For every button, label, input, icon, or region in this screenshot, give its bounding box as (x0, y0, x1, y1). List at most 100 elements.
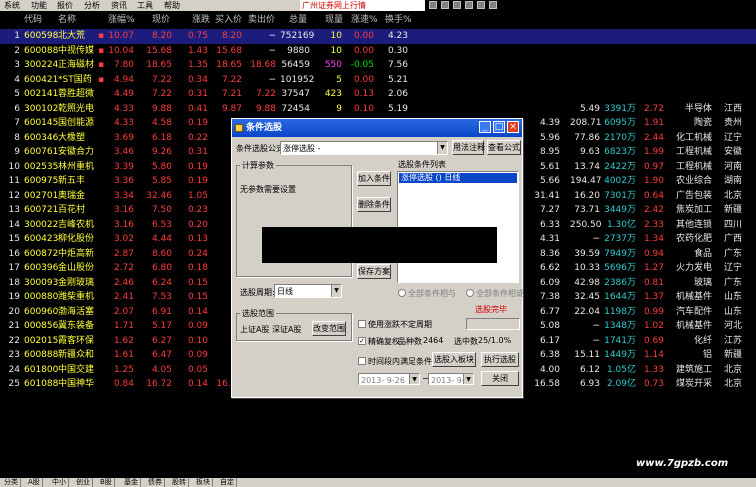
toolbar-button[interactable] (453, 1, 461, 9)
header-turnover[interactable]: 换手% (385, 12, 412, 29)
nonfixed-checkbox[interactable] (358, 320, 366, 328)
header-name[interactable]: 名称 (58, 12, 76, 29)
bid-price: 8.20 (221, 31, 242, 41)
volume-ratio: 1.37 (643, 292, 664, 302)
table-row[interactable]: 5 002141 蓉胜超微 4.49 7.22 0.31 7.21 7.22 37547 423 0… (0, 87, 756, 102)
close-button[interactable]: 关闭 (481, 371, 519, 386)
header-diff[interactable]: 涨跌 (192, 12, 210, 29)
header-current-vol[interactable]: 现量 (325, 12, 343, 29)
header-price[interactable]: 现价 (152, 12, 170, 29)
to-block-button[interactable]: 选股入板块 (432, 352, 476, 367)
tab-9[interactable]: 自定 (218, 478, 237, 487)
tab-7[interactable]: 股转 (170, 478, 189, 487)
change-scope-button[interactable]: 改变范围 (312, 321, 346, 336)
stock-code: 002015 (24, 335, 59, 346)
pe-ratio: 22.04 (574, 306, 600, 317)
delete-condition-button[interactable]: 删除条件 (357, 197, 391, 212)
table-row[interactable]: 4 600421 *ST国药 ▪ 4.94 7.22 0.34 7.22−101952 5 0.0… (0, 73, 756, 88)
header-ask[interactable]: 卖出价 (248, 12, 275, 29)
exright-checkbox[interactable]: ✓ (358, 337, 366, 345)
view-formula-button[interactable]: 查看公式 (487, 140, 521, 155)
prev-close: 7.27 (539, 205, 560, 215)
volume-ratio: 2.42 (643, 205, 664, 215)
pe-ratio: 250.50 (570, 219, 602, 230)
minimize-icon[interactable]: _ (479, 121, 491, 133)
date-from-input[interactable]: 2013- 9-26 ▼ (358, 373, 420, 385)
tab-3[interactable]: 创业 (74, 478, 93, 487)
nonfixed-input[interactable] (466, 318, 520, 330)
time-range-checkbox[interactable] (358, 357, 366, 365)
date-to-input[interactable]: 2013- 9- 2 ▼ (428, 373, 474, 385)
industry: 工程机械 (676, 147, 713, 157)
table-row[interactable]: 2 600088 中视传媒 ▪ 10.04 15.68 1.43 15.68−9880 10 0.… (0, 44, 756, 59)
menu-analysis[interactable]: 分析 (84, 0, 100, 11)
amount: 3391万 (604, 103, 636, 114)
pe-ratio: 5.49 (579, 103, 600, 114)
menu-system[interactable]: 系统 (4, 0, 20, 11)
diff: 0.20 (187, 219, 208, 230)
header-code[interactable]: 代码 (24, 12, 42, 29)
run-screen-button[interactable]: 执行选股 (481, 352, 519, 367)
radio-or[interactable] (466, 289, 474, 297)
tab-6[interactable]: 债券 (146, 478, 165, 487)
stock-name: 百花村 (58, 205, 86, 215)
region: 新疆 (724, 350, 743, 360)
maximize-icon[interactable]: □ (493, 121, 505, 133)
table-row[interactable]: 1 600598 北大荒 ▪ 10.07 8.20 0.75 8.20−752169 10 0.0… (0, 29, 756, 44)
tab-8[interactable]: 板块 (194, 478, 213, 487)
params-title: 计算参数 (240, 160, 276, 171)
tab-0[interactable]: 分类 (2, 478, 21, 487)
total-value: 2464 (423, 336, 444, 345)
period-select[interactable]: 日线 ▼ (274, 284, 342, 298)
condition-list-item[interactable]: 涨停选股 () 日线 (399, 173, 517, 183)
volume-ratio: 0.64 (643, 190, 664, 201)
exright-label: 精确复权 (368, 337, 400, 346)
header-speed[interactable]: 涨速% (351, 12, 378, 29)
price: 16.72 (146, 379, 172, 389)
toolbar-button[interactable] (465, 1, 473, 9)
watermark: www.7gpzb.com (636, 458, 729, 469)
amount: 1741万 (604, 335, 636, 346)
stock-code: 600761 (24, 147, 59, 157)
stock-code: 600396 (24, 263, 59, 273)
menu-tools[interactable]: 工具 (137, 0, 153, 11)
menu-function[interactable]: 功能 (31, 0, 47, 11)
row-number: 2 (14, 45, 20, 56)
no-params-text: 无参数需要设置 (240, 185, 296, 194)
amount: 2422万 (604, 161, 636, 172)
formula-select[interactable]: 涨停选股 - ▼ (280, 141, 448, 155)
menu-info[interactable]: 资讯 (111, 0, 127, 11)
close-icon[interactable]: × (507, 121, 519, 133)
toolbar-button[interactable] (489, 1, 497, 9)
amount: 6095万 (604, 118, 636, 128)
table-row[interactable]: 3 300224 正海磁材 ▪ 7.80 18.65 1.35 18.65 18.68 56459… (0, 58, 756, 73)
save-plan-button[interactable]: 保存方案 (357, 264, 391, 279)
tab-1[interactable]: A股 (26, 478, 43, 487)
add-condition-button[interactable]: 加入条件 (357, 171, 391, 186)
region: 北京 (724, 364, 743, 375)
toolbar-button[interactable] (429, 1, 437, 9)
change-pct: 1.62 (113, 335, 134, 346)
radio-and-label: 全部条件相与 (408, 289, 456, 298)
diff: 1.35 (187, 60, 208, 70)
header-change-pct[interactable]: 涨幅% (108, 12, 135, 29)
row-number: 19 (8, 292, 20, 302)
industry: 化工机械 (676, 132, 713, 143)
toolbar-button[interactable] (441, 1, 449, 9)
menu-help[interactable]: 帮助 (164, 0, 180, 11)
usage-button[interactable]: 用法注释 (452, 140, 485, 155)
tab-2[interactable]: 中小 (50, 478, 69, 487)
tab-5[interactable]: 基金 (122, 478, 141, 487)
table-row[interactable]: 6 300102 乾照光电 4.33 9.88 0.41 9.87 9.88 72454 9 0.1… (0, 102, 756, 117)
header-volume[interactable]: 总量 (289, 12, 307, 29)
toolbar-button[interactable] (477, 1, 485, 9)
radio-and[interactable] (398, 289, 406, 297)
menu-quote[interactable]: 报价 (57, 0, 73, 11)
header-bid[interactable]: 买入价 (215, 12, 242, 29)
change-pct: 2.41 (113, 292, 134, 302)
amount: 1644万 (604, 292, 636, 302)
current-volume: 550 (324, 60, 342, 70)
diff: 0.22 (187, 132, 208, 143)
tab-4[interactable]: B股 (98, 478, 115, 487)
nonfixed-label: 使用涨跌不定周期 (368, 320, 432, 329)
